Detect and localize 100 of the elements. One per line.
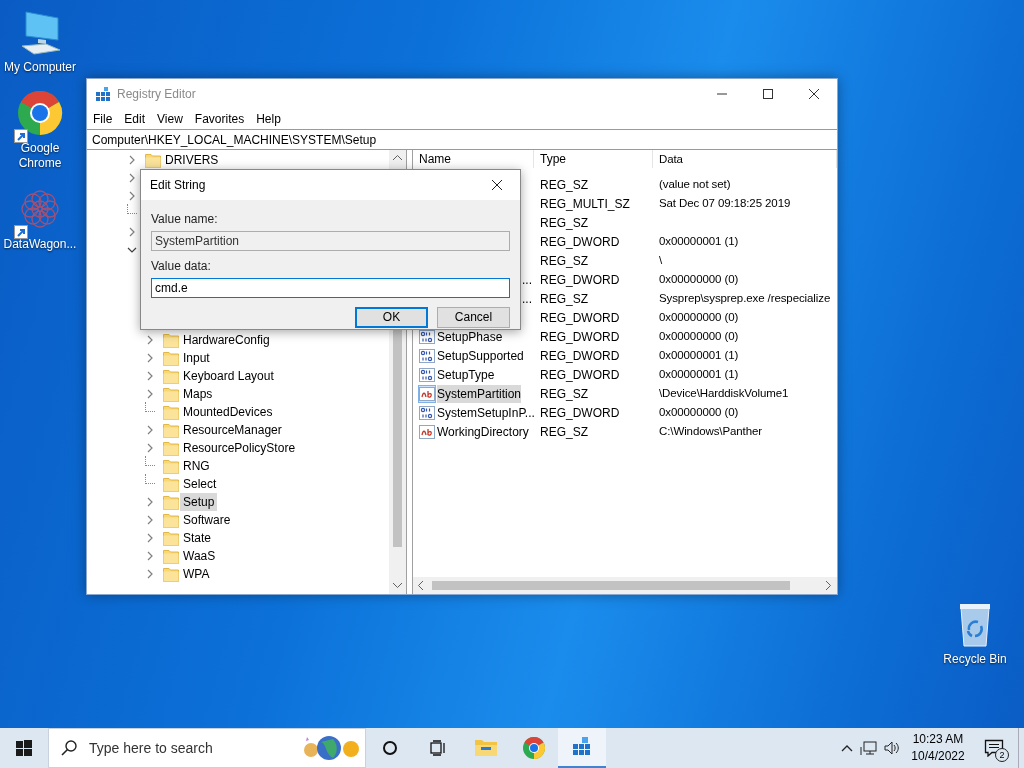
tree-item[interactable]: HardwareConfig bbox=[180, 331, 273, 349]
horizontal-scrollbar[interactable] bbox=[413, 577, 837, 594]
tree-item[interactable]: WaaS bbox=[180, 547, 219, 565]
expand-chevron-icon[interactable] bbox=[145, 353, 155, 363]
tree-item[interactable]: ResourcePolicyStore bbox=[180, 439, 299, 457]
address-field[interactable]: Computer\HKEY_LOCAL_MACHINE\SYSTEM\Setup bbox=[87, 129, 837, 150]
windows-logo-icon[interactable] bbox=[16, 740, 32, 756]
close-icon[interactable] bbox=[806, 86, 822, 102]
maximize-icon[interactable] bbox=[760, 86, 776, 102]
expand-chevron-icon[interactable] bbox=[145, 515, 155, 525]
menu-item[interactable]: Help bbox=[250, 110, 287, 128]
tree-item[interactable]: Maps bbox=[180, 385, 216, 403]
expand-chevron-icon[interactable] bbox=[145, 371, 155, 381]
notification-icon[interactable] bbox=[984, 739, 1004, 757]
data-cell-text: 0x00000000 (0) bbox=[659, 404, 739, 420]
value-name[interactable]: SetupType bbox=[437, 365, 495, 384]
circle-icon[interactable] bbox=[382, 740, 398, 756]
search-field[interactable]: Type here to search bbox=[87, 736, 293, 760]
expand-chevron-icon[interactable] bbox=[145, 569, 155, 579]
tree-item[interactable]: Select bbox=[180, 475, 220, 493]
data-cell-text: 0x00000001 (1) bbox=[659, 347, 739, 363]
data-cell-text: 0x00000001 (1) bbox=[659, 366, 739, 382]
type-cell-text: REG_SZ bbox=[540, 385, 588, 403]
value-name[interactable]: SetupPhase bbox=[437, 327, 503, 346]
collapse-chevron-icon[interactable] bbox=[127, 245, 137, 255]
tree-item[interactable]: MountedDevices bbox=[180, 403, 276, 421]
tree-item[interactable]: Software bbox=[180, 511, 234, 529]
folder-icon bbox=[163, 458, 179, 474]
expand-chevron-icon[interactable] bbox=[127, 155, 137, 165]
tree-item[interactable]: DRIVERS bbox=[162, 151, 222, 169]
search-icon bbox=[61, 740, 77, 756]
value-name[interactable]: WorkingDirectory bbox=[437, 422, 529, 441]
binary-value-icon bbox=[419, 347, 435, 364]
type-cell-text: REG_SZ bbox=[540, 423, 588, 441]
folder-icon bbox=[163, 350, 179, 366]
menu-item[interactable]: View bbox=[151, 110, 189, 128]
close-icon[interactable] bbox=[489, 177, 505, 193]
data-cell-text: Sat Dec 07 09:18:25 2019 bbox=[659, 195, 791, 211]
type-cell-text: REG_MULTI_SZ bbox=[540, 195, 630, 213]
binary-value-icon bbox=[419, 328, 435, 345]
folder-icon bbox=[163, 530, 179, 546]
network-icon[interactable] bbox=[860, 740, 878, 756]
tree-item[interactable]: RNG bbox=[180, 457, 213, 475]
expand-chevron-icon[interactable] bbox=[127, 227, 137, 237]
value-name[interactable]: SystemSetupInP... bbox=[437, 403, 534, 422]
folder-icon bbox=[163, 440, 179, 456]
expand-chevron-icon[interactable] bbox=[145, 533, 155, 543]
tree-item[interactable]: Keyboard Layout bbox=[180, 367, 277, 385]
value-name[interactable]: ... bbox=[522, 289, 532, 308]
binary-value-icon bbox=[419, 366, 435, 383]
dialog-button[interactable]: Cancel bbox=[437, 307, 510, 328]
value-name[interactable]: SetupSupported bbox=[437, 346, 524, 365]
tree-item[interactable]: ResourceManager bbox=[180, 421, 285, 439]
column-header[interactable]: Type bbox=[534, 150, 653, 168]
type-cell-text: REG_SZ bbox=[540, 176, 588, 194]
tree-item[interactable]: Input bbox=[180, 349, 213, 367]
browser-icon[interactable] bbox=[522, 736, 546, 760]
folder-icon bbox=[163, 422, 179, 438]
tree-item[interactable]: WPA bbox=[180, 565, 213, 583]
menu-item[interactable]: File bbox=[87, 110, 119, 128]
field-label: Value name: bbox=[151, 211, 219, 228]
type-cell-text: REG_DWORD bbox=[540, 404, 620, 422]
clock-date[interactable]: 10/4/2022 bbox=[911, 748, 965, 765]
planets-icon bbox=[303, 734, 361, 762]
input-field[interactable]: cmd.e bbox=[151, 278, 510, 298]
expand-chevron-icon[interactable] bbox=[145, 335, 155, 345]
folder-icon bbox=[163, 332, 179, 348]
desktop-icon-label[interactable]: DataWagon... bbox=[3, 237, 77, 252]
expand-chevron-icon[interactable] bbox=[127, 173, 137, 183]
expand-chevron-icon[interactable] bbox=[145, 551, 155, 561]
data-cell-text: \Device\HarddiskVolume1 bbox=[659, 385, 789, 401]
menu-item[interactable]: Edit bbox=[118, 110, 152, 128]
value-name[interactable]: SystemPartition bbox=[437, 384, 522, 403]
expand-chevron-icon[interactable] bbox=[145, 497, 155, 507]
type-cell-text: REG_DWORD bbox=[540, 347, 620, 365]
expand-chevron-icon[interactable] bbox=[145, 425, 155, 435]
expand-chevron-icon[interactable] bbox=[145, 389, 155, 399]
desktop-icon-label[interactable]: Recycle Bin bbox=[943, 652, 1007, 667]
data-cell-text: Sysprep\sysprep.exe /respecialize bbox=[659, 290, 831, 306]
tree-item[interactable]: State bbox=[180, 529, 215, 547]
binary-value-icon bbox=[419, 404, 435, 421]
tree-item[interactable]: Setup bbox=[180, 493, 218, 511]
search-box[interactable]: Type here to search bbox=[48, 728, 366, 768]
browser-icon[interactable] bbox=[16, 89, 64, 137]
expand-chevron-icon[interactable] bbox=[127, 191, 137, 201]
volume-icon[interactable] bbox=[884, 740, 900, 756]
dialog-button[interactable]: OK bbox=[355, 307, 428, 328]
data-cell-text: 0x00000001 (1) bbox=[659, 233, 739, 249]
menu-item[interactable]: Favorites bbox=[188, 110, 251, 128]
desktop-icon-label[interactable]: Google Chrome bbox=[1, 141, 79, 171]
column-header[interactable]: Data bbox=[653, 150, 837, 168]
cubes-icon bbox=[95, 86, 111, 102]
expand-chevron-icon[interactable] bbox=[145, 443, 155, 453]
desktop-icon-label[interactable]: My Computer bbox=[4, 60, 76, 75]
folder-icon bbox=[163, 386, 179, 402]
text-value-icon bbox=[419, 423, 435, 440]
value-name[interactable]: ... bbox=[522, 270, 532, 289]
column-header[interactable]: Name bbox=[413, 150, 534, 168]
task-view-icon[interactable] bbox=[430, 740, 446, 756]
clock-time[interactable]: 10:23 AM bbox=[912, 731, 964, 748]
